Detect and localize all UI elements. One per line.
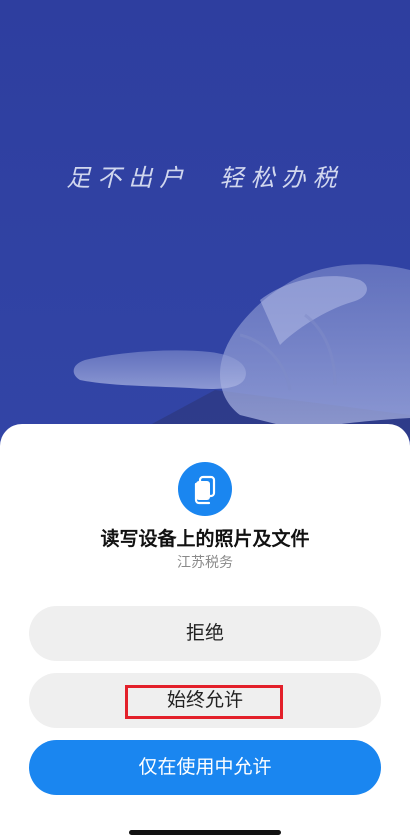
- allow-while-using-button[interactable]: 仅在使用中允许: [29, 740, 381, 795]
- phone-screen: 足不出户 轻松办税 读写设备上的照片及文件 江苏税务 拒绝 始终允许 仅在使用中…: [0, 0, 410, 840]
- deny-button[interactable]: 拒绝: [29, 606, 381, 661]
- permission-dialog: 读写设备上的照片及文件 江苏税务 拒绝 始终允许 仅在使用中允许: [0, 424, 410, 840]
- hand-holding-phone-illustration: [73, 264, 410, 440]
- file-icon: [178, 462, 232, 516]
- permission-app-name: 江苏税务: [177, 555, 233, 571]
- home-indicator[interactable]: [129, 830, 281, 835]
- highlight-annotation: [125, 685, 283, 719]
- permission-title: 读写设备上的照片及文件: [100, 528, 310, 550]
- splash-slogan: 足不出户 轻松办税: [66, 164, 344, 192]
